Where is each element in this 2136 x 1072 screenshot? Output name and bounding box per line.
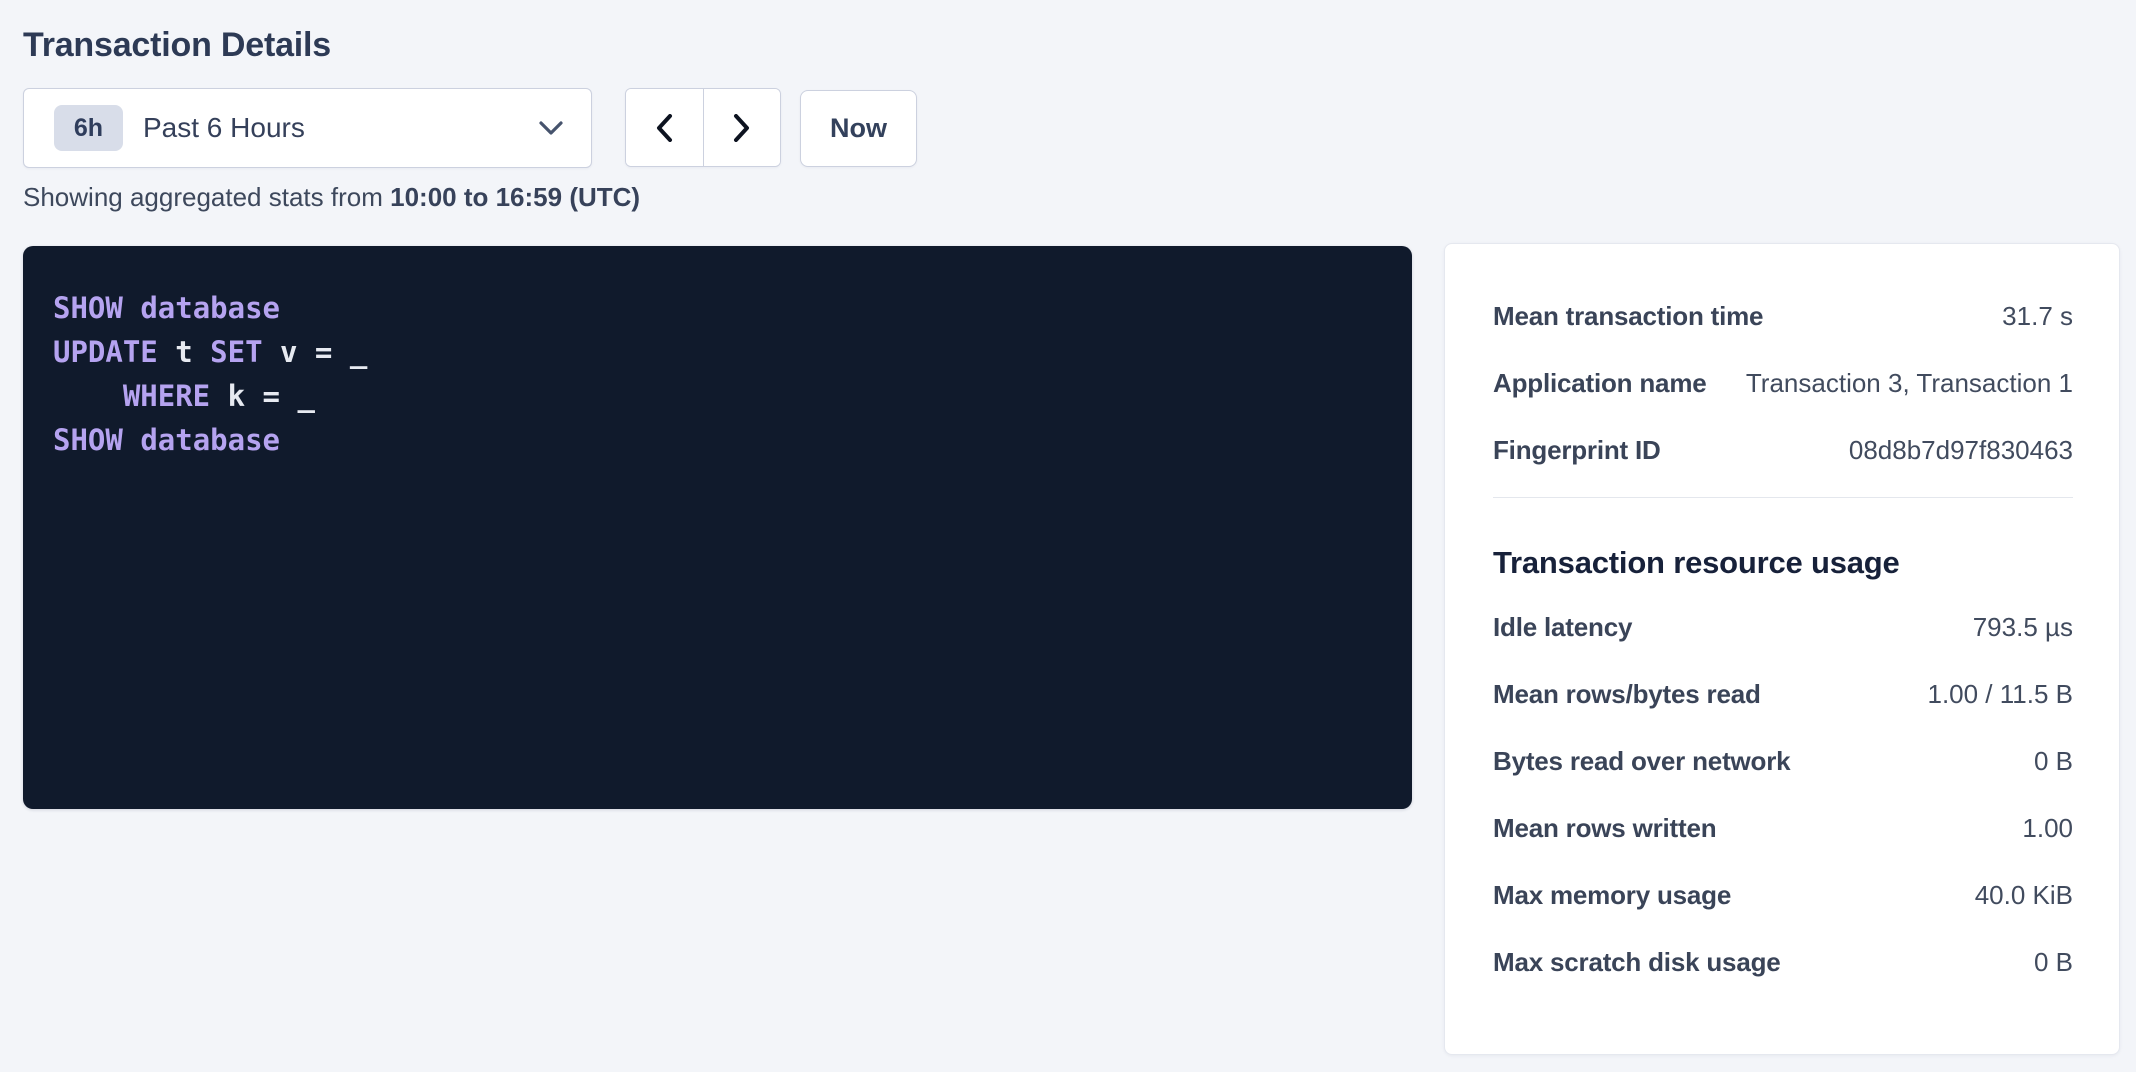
time-range-dropdown[interactable]: 6h Past 6 Hours bbox=[23, 88, 592, 168]
stat-label: Fingerprint ID bbox=[1493, 430, 1661, 470]
stat-label: Mean rows/bytes read bbox=[1493, 674, 1761, 714]
time-range-badge: 6h bbox=[54, 105, 123, 151]
stat-value: Transaction 3, Transaction 1 bbox=[1746, 363, 2073, 403]
stat-label: Bytes read over network bbox=[1493, 741, 1790, 781]
sql-keyword: UPDATE bbox=[53, 335, 158, 369]
card-divider bbox=[1493, 497, 2073, 498]
stat-row-mean-rows-written: Mean rows written 1.00 bbox=[1493, 808, 2073, 848]
chevron-down-icon bbox=[539, 121, 563, 136]
stat-label: Mean rows written bbox=[1493, 808, 1716, 848]
stat-value: 40.0 KiB bbox=[1975, 875, 2073, 915]
aggregation-range-text: Showing aggregated stats from 10:00 to 1… bbox=[23, 182, 2136, 212]
page-title: Transaction Details bbox=[23, 22, 2136, 68]
stat-row-fingerprint-id: Fingerprint ID 08d8b7d97f830463 bbox=[1493, 430, 2073, 470]
sql-line: SHOW database bbox=[53, 286, 1382, 330]
next-time-button[interactable] bbox=[703, 89, 781, 166]
stat-value: 793.5 µs bbox=[1973, 607, 2073, 647]
stat-value: 31.7 s bbox=[2002, 296, 2073, 336]
sql-statement-box: SHOW database UPDATE t SET v = _ WHERE k… bbox=[23, 246, 1412, 809]
prev-time-button[interactable] bbox=[626, 89, 703, 166]
stat-row-mean-rows-bytes-read: Mean rows/bytes read 1.00 / 11.5 B bbox=[1493, 674, 2073, 714]
sql-text bbox=[123, 423, 140, 457]
sql-line: UPDATE t SET v = _ bbox=[53, 330, 1382, 374]
sql-line: WHERE k = _ bbox=[53, 374, 1382, 418]
chevron-right-icon bbox=[733, 114, 751, 142]
stat-row-idle-latency: Idle latency 793.5 µs bbox=[1493, 607, 2073, 647]
aggregation-range-prefix: Showing aggregated stats from bbox=[23, 182, 390, 212]
sql-text bbox=[53, 379, 123, 413]
sql-keyword: SHOW bbox=[53, 423, 123, 457]
stat-label: Mean transaction time bbox=[1493, 296, 1763, 336]
sql-keyword: SET bbox=[210, 335, 262, 369]
chevron-left-icon bbox=[655, 114, 673, 142]
time-step-buttons bbox=[625, 88, 781, 167]
stat-value: 0 B bbox=[2034, 741, 2073, 781]
stat-label: Application name bbox=[1493, 363, 1707, 403]
transaction-stats-card: Mean transaction time 31.7 s Application… bbox=[1444, 243, 2120, 1055]
sql-keyword: WHERE bbox=[123, 379, 210, 413]
sql-keyword: database bbox=[140, 423, 280, 457]
sql-keyword: database bbox=[140, 291, 280, 325]
transaction-details-page: Transaction Details 6h Past 6 Hours Now bbox=[0, 22, 2136, 1072]
stat-value: 1.00 bbox=[2022, 808, 2073, 848]
aggregation-range-value: 10:00 to 16:59 (UTC) bbox=[390, 182, 640, 212]
stat-value: 0 B bbox=[2034, 942, 2073, 982]
sql-text: v = _ bbox=[263, 335, 368, 369]
sql-text bbox=[123, 291, 140, 325]
stat-row-max-scratch-disk-usage: Max scratch disk usage 0 B bbox=[1493, 942, 2073, 982]
stat-label: Max memory usage bbox=[1493, 875, 1731, 915]
sql-text: t bbox=[158, 335, 210, 369]
sql-text: k = _ bbox=[210, 379, 315, 413]
stat-label: Max scratch disk usage bbox=[1493, 942, 1781, 982]
now-button[interactable]: Now bbox=[800, 90, 917, 167]
time-range-label: Past 6 Hours bbox=[143, 112, 539, 144]
stat-row-mean-transaction-time: Mean transaction time 31.7 s bbox=[1493, 296, 2073, 336]
sql-line: SHOW database bbox=[53, 418, 1382, 462]
stat-row-application-name: Application name Transaction 3, Transact… bbox=[1493, 363, 2073, 403]
stat-value: 08d8b7d97f830463 bbox=[1849, 430, 2073, 470]
stat-label: Idle latency bbox=[1493, 607, 1632, 647]
stat-value: 1.00 / 11.5 B bbox=[1927, 674, 2073, 714]
resource-usage-heading: Transaction resource usage bbox=[1493, 541, 2073, 585]
main-content: SHOW database UPDATE t SET v = _ WHERE k… bbox=[23, 246, 2136, 1055]
sql-keyword: SHOW bbox=[53, 291, 123, 325]
stat-row-bytes-read-over-network: Bytes read over network 0 B bbox=[1493, 741, 2073, 781]
stat-row-max-memory-usage: Max memory usage 40.0 KiB bbox=[1493, 875, 2073, 915]
time-controls: 6h Past 6 Hours Now bbox=[23, 88, 2136, 168]
